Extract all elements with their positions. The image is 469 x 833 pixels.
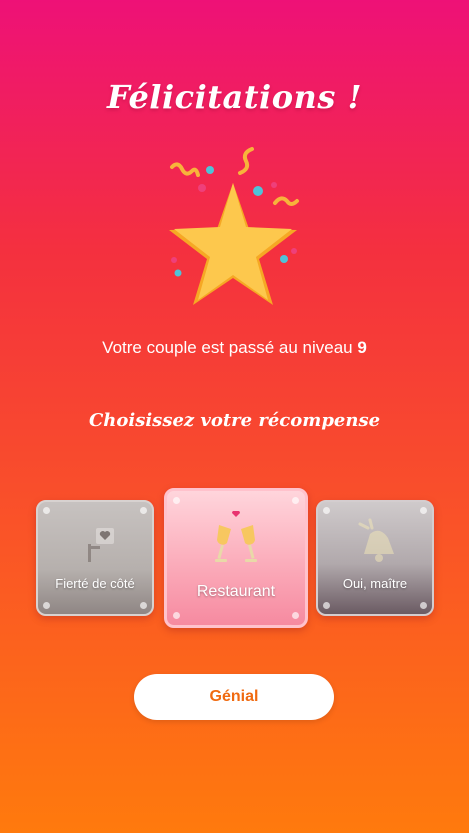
reward-card-label: Restaurant bbox=[196, 583, 276, 600]
card-screw bbox=[292, 612, 299, 619]
card-screw bbox=[173, 612, 180, 619]
card-screw bbox=[43, 507, 50, 514]
card-screw bbox=[323, 602, 330, 609]
card-screw bbox=[173, 497, 180, 504]
card-screw bbox=[140, 602, 147, 609]
reward-card-label: Oui, maître bbox=[342, 576, 408, 591]
card-screw bbox=[140, 507, 147, 514]
card-screw bbox=[292, 497, 299, 504]
level-number: 9 bbox=[357, 338, 367, 357]
page-title: Félicitations ! bbox=[106, 78, 363, 116]
card-screw bbox=[420, 507, 427, 514]
card-screw bbox=[323, 507, 330, 514]
level-message-text: Votre couple est passé au niveau bbox=[102, 338, 353, 357]
heart-sign-icon bbox=[78, 518, 118, 564]
card-screw bbox=[420, 602, 427, 609]
bell-icon bbox=[350, 516, 400, 566]
level-message: Votre couple est passé au niveau 9 bbox=[0, 338, 469, 358]
champagne-toast-icon bbox=[211, 510, 261, 567]
card-screw bbox=[43, 602, 50, 609]
star-celebration-icon bbox=[160, 145, 310, 310]
rewards-heading: Choisissez votre récompense bbox=[88, 410, 381, 431]
reward-card-restaurant[interactable]: Restaurant bbox=[164, 488, 308, 628]
reward-card-fierte[interactable]: Fierté de côté bbox=[36, 500, 154, 616]
reward-card-oui-maitre[interactable]: Oui, maître bbox=[316, 500, 434, 616]
reward-card-label: Fierté de côté bbox=[55, 576, 135, 591]
genial-button[interactable]: Génial bbox=[134, 674, 334, 720]
